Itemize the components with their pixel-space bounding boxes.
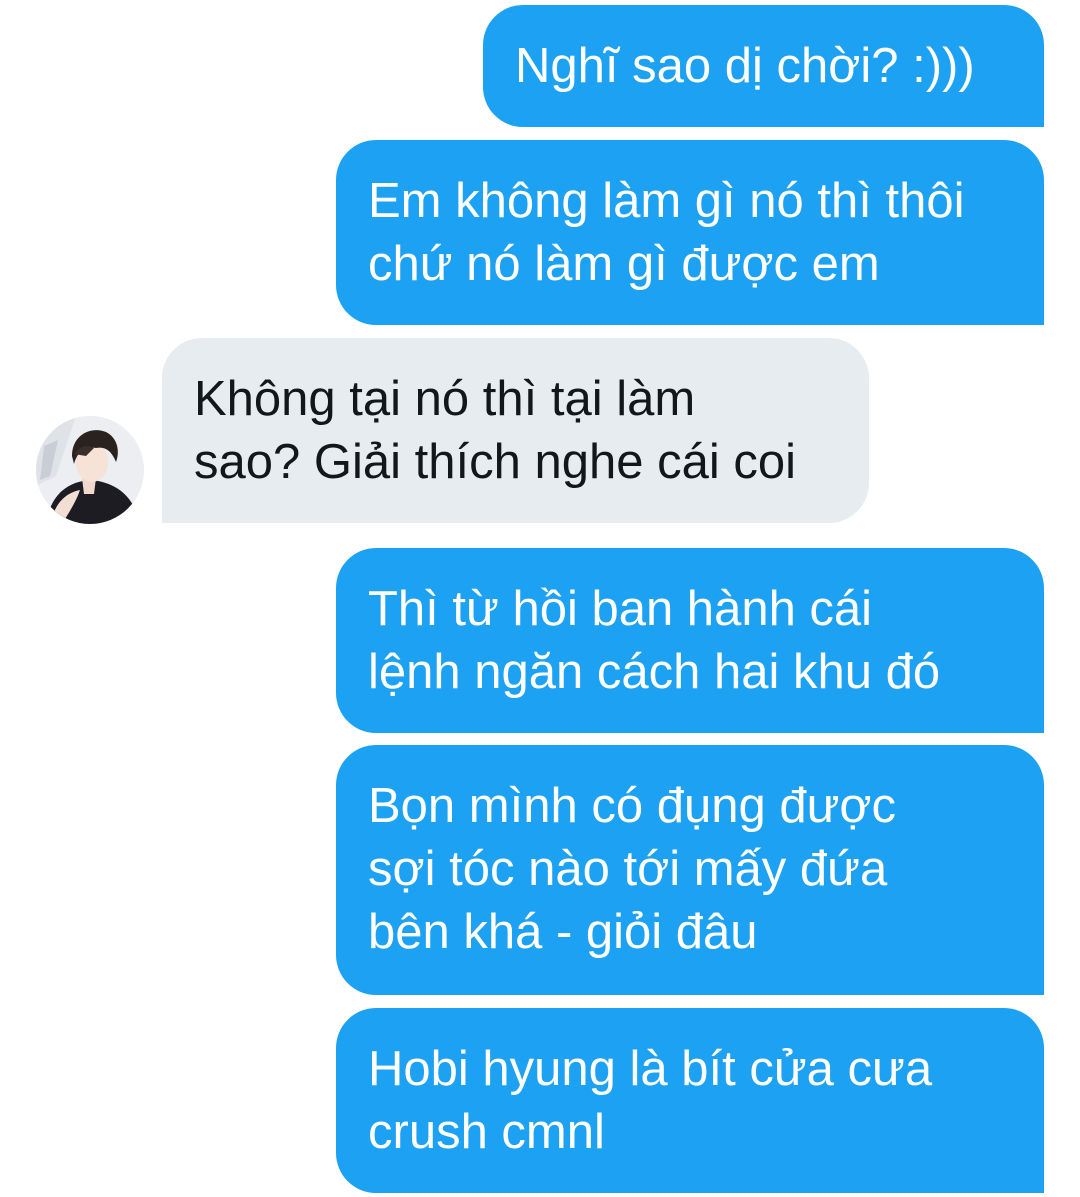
outgoing-message-bubble[interactable]: Hobi hyung là bít cửa cưa crush cmnl — [336, 1008, 1044, 1193]
outgoing-message-bubble[interactable]: Nghĩ sao dị chời? :))) — [483, 5, 1044, 127]
incoming-message-bubble[interactable]: Không tại nó thì tại làm sao? Giải thích… — [162, 338, 869, 523]
outgoing-message-bubble[interactable]: Bọn mình có đụng được sợi tóc nào tới mấ… — [336, 745, 1044, 995]
avatar-photo-icon — [36, 416, 144, 524]
outgoing-message-bubble[interactable]: Em không làm gì nó thì thôi chứ nó làm g… — [336, 140, 1044, 325]
contact-avatar[interactable] — [36, 416, 144, 524]
outgoing-message-bubble[interactable]: Thì từ hồi ban hành cái lệnh ngăn cách h… — [336, 548, 1044, 733]
